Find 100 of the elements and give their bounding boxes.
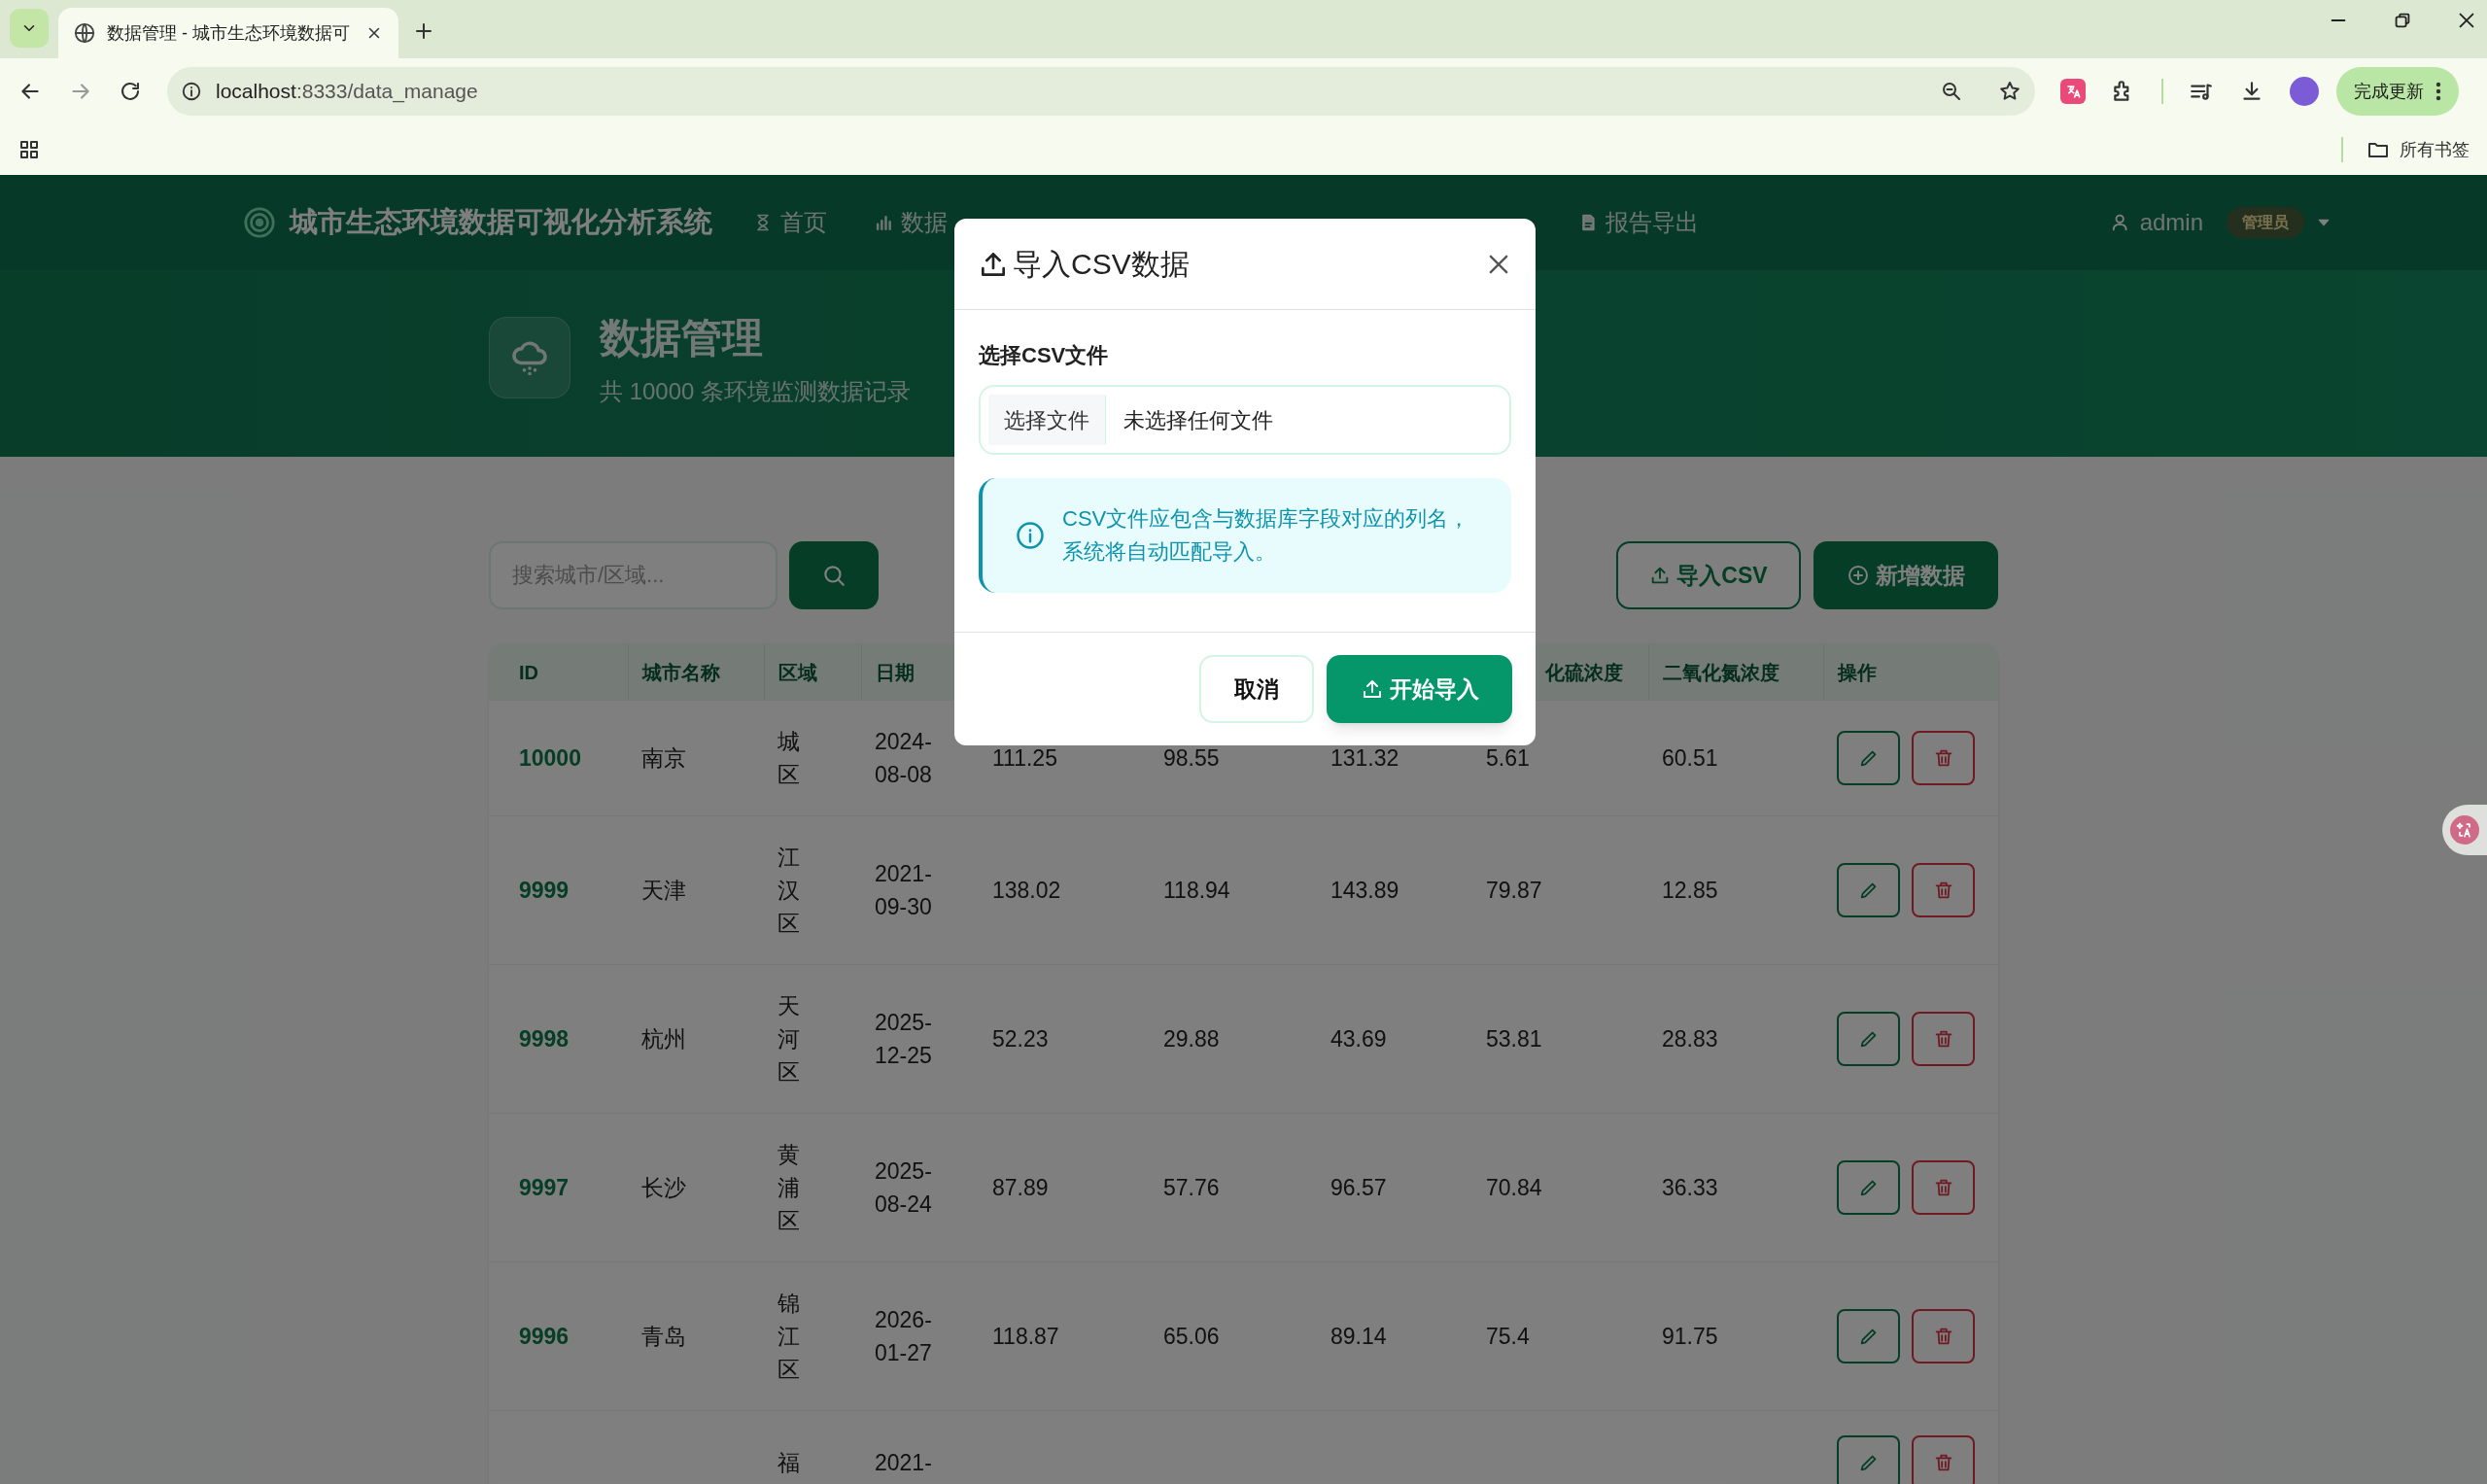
table-cell-text: 5.61: [1486, 744, 1531, 773]
info-text: CSV文件应包含与数据库字段对应的列名，系统将自动匹配导入。: [1062, 505, 1471, 566]
table-cell-text: 43.69: [1330, 1025, 1388, 1053]
info-icon: [181, 81, 202, 102]
column-header: 日期: [876, 660, 915, 685]
table-cell-text: 10000: [519, 744, 582, 773]
table-cell-text: 9999: [519, 877, 570, 905]
start-import-button[interactable]: 开始导入: [1327, 655, 1512, 723]
table-cell-text: 南京: [641, 744, 687, 773]
brand-title: 城市生态环境数据可视化分析系统: [290, 205, 712, 240]
table-cell-text: 福: [777, 1449, 800, 1477]
delete-button[interactable]: [1912, 863, 1975, 917]
table-cell-text: 89.14: [1330, 1323, 1388, 1351]
table-cell-text: 2025-12-25: [875, 1009, 933, 1070]
info-icon: [1016, 521, 1045, 550]
role-badge: 管理员: [2227, 207, 2304, 238]
plus-circle-icon: [1847, 564, 1870, 587]
modal-backdrop[interactable]: [0, 175, 2487, 1484]
table-cell-text: 12.85: [1662, 877, 1719, 905]
delete-button[interactable]: [1912, 1309, 1975, 1363]
star-icon[interactable]: [1998, 80, 2021, 103]
edit-button[interactable]: [1837, 863, 1900, 917]
page-subtitle: 共 10000 条环境监测数据记录: [600, 376, 912, 406]
table-cell-text: 2021-: [875, 1449, 933, 1477]
table-cell-text: 城区: [777, 728, 800, 789]
reload-icon[interactable]: [119, 80, 142, 103]
address-bar[interactable]: localhost:8333/data_manage: [167, 67, 2035, 116]
cancel-button[interactable]: 取消: [1199, 655, 1314, 723]
translate-icon: [2450, 815, 2479, 845]
edit-button[interactable]: [1837, 731, 1900, 785]
table-cell-text: 36.33: [1662, 1174, 1719, 1202]
translate-float-button[interactable]: [2442, 805, 2487, 855]
table-cell-text: 天津: [641, 877, 687, 905]
table-cell-text: 9997: [519, 1174, 570, 1202]
table-cell-text: 长沙: [641, 1174, 687, 1202]
table-cell-text: 江汉区: [777, 844, 800, 938]
table-cell-text: 29.88: [1163, 1025, 1221, 1053]
table-cell-text: 2025-08-24: [875, 1157, 933, 1219]
edit-button[interactable]: [1837, 1435, 1900, 1484]
update-button[interactable]: 完成更新: [2336, 67, 2459, 116]
table-cell-text: 70.84: [1486, 1174, 1543, 1202]
translate-extension-icon[interactable]: [2060, 79, 2086, 104]
page-title: 数据管理: [600, 313, 764, 362]
table-cell-text: 65.06: [1163, 1323, 1221, 1351]
table-cell-text: 天河区: [777, 992, 800, 1087]
table-cell-text: 53.81: [1486, 1025, 1543, 1053]
table-cell-text: 131.32: [1330, 744, 1400, 773]
nav-link[interactable]: 首页: [753, 205, 827, 240]
table-cell-text: 2021-09-30: [875, 860, 933, 921]
column-header: ID: [519, 660, 538, 685]
table-cell-text: 9998: [519, 1025, 570, 1053]
table-cell-text: 79.87: [1486, 877, 1543, 905]
table-cell-text: 91.75: [1662, 1323, 1719, 1351]
apps-grid-icon[interactable]: [17, 138, 41, 161]
add-data-button[interactable]: 新增数据: [1813, 541, 1998, 609]
table-cell-text: 锦江区: [777, 1290, 800, 1384]
delete-button[interactable]: [1912, 1012, 1975, 1066]
column-header: 二氧化氮浓度: [1663, 660, 1779, 685]
table-cell-text: 黄浦区: [777, 1141, 800, 1235]
table-cell-text: 60.51: [1662, 744, 1719, 773]
delete-button[interactable]: [1912, 731, 1975, 785]
table-cell-text: 杭州: [641, 1025, 687, 1053]
search-button[interactable]: [789, 541, 879, 609]
edit-button[interactable]: [1837, 1160, 1900, 1215]
more-icon: [2435, 81, 2441, 102]
delete-button[interactable]: [1912, 1160, 1975, 1215]
user-menu[interactable]: admin 管理员: [2110, 205, 2332, 240]
column-header: 区域: [778, 660, 817, 685]
nav-link[interactable]: 数据: [874, 205, 948, 240]
profile-avatar[interactable]: [2290, 77, 2319, 106]
nav-link[interactable]: 报告导出: [1578, 205, 1699, 240]
table-cell-text: 143.89: [1330, 877, 1400, 905]
table-cell-text: 2024-08-08: [875, 728, 933, 789]
dialog-title: 导入CSV数据: [1013, 247, 1191, 282]
ripple-logo-icon: [243, 206, 276, 239]
table-cell-text: 28.83: [1662, 1025, 1719, 1053]
globe-icon: [74, 22, 95, 44]
table-cell-text: 118.87: [992, 1323, 1060, 1351]
edit-button[interactable]: [1837, 1012, 1900, 1066]
bookmarks-folder[interactable]: 所有书签: [2366, 136, 2470, 163]
browser-tab[interactable]: 数据管理 - 城市生态环境数据可: [58, 8, 398, 58]
url-text: localhost:8333/data_manage: [216, 79, 479, 105]
table-cell-text: 9996: [519, 1323, 570, 1351]
field-label: 选择CSV文件: [979, 342, 1110, 369]
table-cell-text: 57.76: [1163, 1174, 1221, 1202]
table-cell-text: 2026-01-27: [875, 1306, 933, 1367]
zoom-icon[interactable]: [1940, 80, 1963, 103]
import-csv-button[interactable]: 导入CSV: [1616, 541, 1801, 609]
table-cell-text: 118.94: [1163, 877, 1231, 905]
table-cell-text: 138.02: [992, 877, 1062, 905]
table-cell-text: 青岛: [641, 1323, 687, 1351]
column-header: 操作: [1838, 660, 1877, 685]
table-cell-text: 96.57: [1330, 1174, 1388, 1202]
table-cell-text: 98.55: [1163, 744, 1221, 773]
file-input[interactable]: 选择文件 未选择任何文件: [979, 385, 1511, 455]
delete-button[interactable]: [1912, 1435, 1975, 1484]
table-cell-text: 75.4: [1486, 1323, 1531, 1351]
column-header: 化硫浓度: [1545, 660, 1623, 685]
edit-button[interactable]: [1837, 1309, 1900, 1363]
table-cell-text: 87.89: [992, 1174, 1050, 1202]
